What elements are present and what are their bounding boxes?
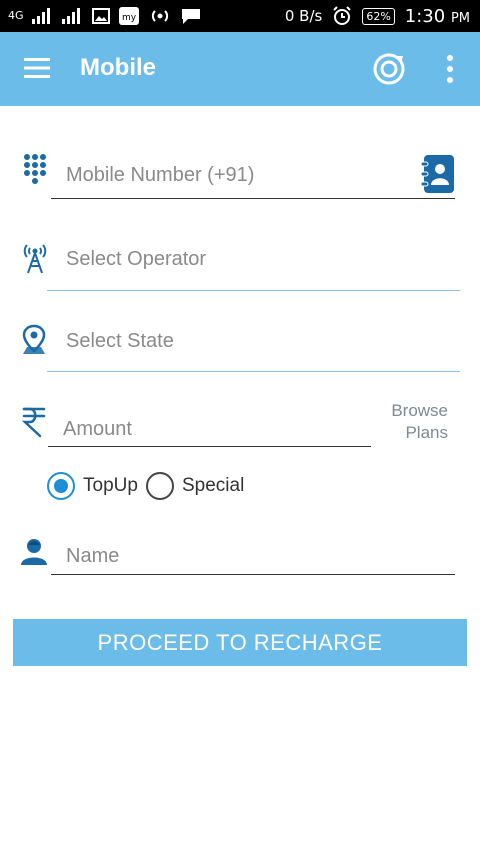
app-notification-icon: my (118, 7, 139, 25)
clock-time: 1:30 (404, 5, 446, 27)
mobile-number-underline (51, 198, 455, 199)
name-underline (51, 574, 455, 575)
app-bar: Mobile (0, 32, 480, 106)
menu-icon[interactable] (24, 58, 50, 78)
chat-notification-icon (181, 9, 200, 24)
dialpad-icon (24, 154, 46, 184)
name-input[interactable] (66, 541, 446, 571)
tower-icon (23, 244, 47, 274)
data-rate: 0 B/s (284, 7, 323, 25)
radio-topup[interactable]: TopUp (47, 472, 138, 500)
amount-input[interactable] (63, 414, 363, 444)
more-vert-icon[interactable] (444, 54, 456, 84)
browse-plans-link[interactable]: Browse Plans (370, 400, 448, 444)
contacts-icon[interactable] (421, 154, 455, 194)
location-pin-icon (22, 324, 46, 354)
status-bar: 4G my 0 B/s 62% 1:30 PM (0, 0, 480, 32)
state-underline (47, 371, 460, 372)
amount-underline (48, 446, 371, 447)
browse-plans-line1: Browse (391, 401, 448, 420)
network-type: 4G (8, 9, 24, 22)
browse-plans-line2: Plans (405, 423, 448, 442)
operator-underline (47, 290, 460, 291)
radio-special[interactable]: Special (146, 472, 244, 500)
clock-ampm: PM (450, 10, 470, 26)
clock: 1:30 PM (405, 6, 470, 27)
hotspot-icon (151, 10, 168, 22)
mobile-number-input[interactable] (66, 160, 406, 190)
radio-special-indicator[interactable] (146, 472, 174, 500)
alarm-icon (333, 6, 352, 25)
operator-select[interactable] (66, 244, 446, 274)
proceed-to-recharge-button[interactable]: PROCEED TO RECHARGE (13, 619, 467, 666)
svg-text:my: my (122, 13, 137, 23)
radio-special-label: Special (182, 475, 245, 496)
state-select[interactable] (66, 326, 446, 356)
image-notification-icon (91, 8, 110, 24)
page-title: Mobile (80, 54, 156, 81)
refresh-icon[interactable] (372, 52, 406, 86)
status-left-icons: 4G my (8, 4, 202, 28)
radio-topup-indicator[interactable] (47, 472, 75, 500)
person-icon (21, 539, 47, 565)
rupee-icon (21, 407, 46, 438)
signal-icon-2 (61, 8, 80, 24)
radio-topup-label: TopUp (83, 475, 138, 496)
battery-indicator: 62% (362, 7, 395, 25)
signal-icon (31, 8, 50, 24)
status-right: 0 B/s 62% 1:30 PM (285, 4, 470, 28)
